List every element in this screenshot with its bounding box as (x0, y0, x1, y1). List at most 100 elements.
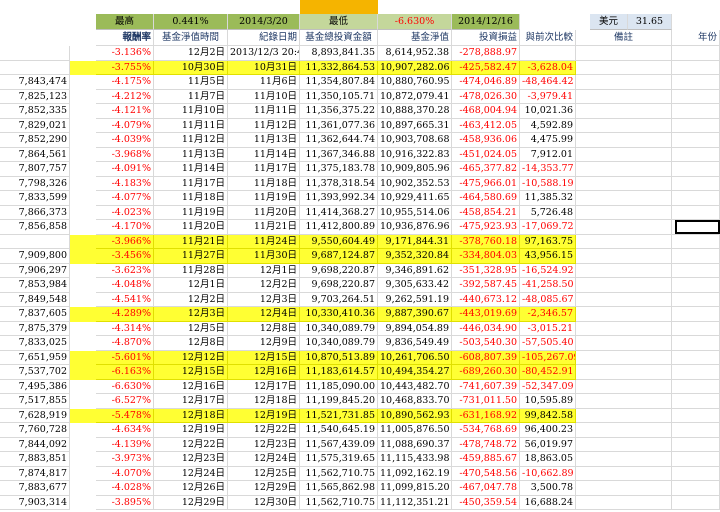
cell-nav[interactable]: 11,005,876.50 (378, 423, 452, 438)
cell-nav[interactable]: 10,955,514.06 (378, 205, 452, 220)
cell-rate[interactable]: -3.755% (96, 60, 154, 75)
cell-a[interactable] (0, 60, 70, 75)
cell-diff[interactable]: 4,475.99 (520, 133, 576, 148)
col-header-rate[interactable]: 報酬率 (96, 30, 154, 46)
cell-pl[interactable]: -458,936.06 (452, 133, 520, 148)
cell-diff[interactable]: -48,085.67 (520, 292, 576, 307)
cell-diff[interactable]: -80,452.91 (520, 365, 576, 380)
cell-a[interactable]: 7,760,728 (0, 423, 70, 438)
cell-diff[interactable]: 96,400.23 (520, 423, 576, 438)
cell-year[interactable] (672, 452, 720, 467)
cell-year[interactable] (672, 118, 720, 133)
cell-note[interactable] (576, 104, 672, 119)
cell-nav[interactable]: 10,443,482.70 (378, 379, 452, 394)
cell-note[interactable] (576, 408, 672, 423)
cell-diff[interactable]: 18,863.05 (520, 452, 576, 467)
cell-nav-time[interactable]: 12月1日 (154, 278, 228, 293)
cell-year[interactable] (672, 423, 720, 438)
cell-rate[interactable]: -4.289% (96, 307, 154, 322)
cell-pl[interactable]: -467,047.78 (452, 481, 520, 496)
cell-a[interactable]: 7,909,800 (0, 249, 70, 264)
cell-note[interactable] (576, 350, 672, 365)
cell-nav-time[interactable]: 12月23日 (154, 452, 228, 467)
cell-invest[interactable]: 11,412,800.89 (300, 220, 378, 235)
cell-invest[interactable]: 11,565,862.98 (300, 481, 378, 496)
cell-rate[interactable]: -4.028% (96, 481, 154, 496)
cell-nav[interactable]: 10,929,411.65 (378, 191, 452, 206)
cell-invest[interactable]: 10,340,089.79 (300, 336, 378, 351)
cell-a[interactable]: 7,825,123 (0, 89, 70, 104)
cell-note[interactable] (576, 249, 672, 264)
cell-diff[interactable]: -52,347.09 (520, 379, 576, 394)
cell-diff[interactable]: 11,385.32 (520, 191, 576, 206)
cell-year[interactable] (672, 437, 720, 452)
cell-a[interactable]: 7,807,757 (0, 162, 70, 177)
cell-rec-date[interactable]: 11月11日 (228, 104, 300, 119)
cell-rec-date[interactable]: 11月14日 (228, 147, 300, 162)
cell-nav[interactable]: 10,936,876.96 (378, 220, 452, 235)
col-header-nav-time[interactable]: 基金淨值時間 (154, 30, 228, 46)
cell-pl[interactable]: -478,748.72 (452, 437, 520, 452)
cell-year[interactable] (672, 292, 720, 307)
cell-invest[interactable]: 11,567,439.09 (300, 437, 378, 452)
cell-rate[interactable]: -4.079% (96, 118, 154, 133)
cell-a[interactable]: 7,874,817 (0, 466, 70, 481)
cell-a[interactable]: 7,537,702 (0, 365, 70, 380)
cell-pl[interactable]: -459,885.67 (452, 452, 520, 467)
cell-rate[interactable]: -5.601% (96, 350, 154, 365)
cell-diff[interactable]: -57,505.40 (520, 336, 576, 351)
cell-rec-date[interactable]: 11月13日 (228, 133, 300, 148)
low-label[interactable]: 最低 (300, 14, 378, 30)
cell-note[interactable] (576, 278, 672, 293)
cell-year[interactable] (672, 46, 720, 61)
cell-nav-time[interactable]: 12月12日 (154, 350, 228, 365)
cell-diff[interactable] (520, 46, 576, 61)
cell-note[interactable] (576, 292, 672, 307)
cell-rate[interactable]: -6.630% (96, 379, 154, 394)
cell-note[interactable] (576, 205, 672, 220)
cell-a[interactable]: 7,833,599 (0, 191, 70, 206)
cell-a[interactable]: 7,866,373 (0, 205, 70, 220)
cell-note[interactable] (576, 263, 672, 278)
cell-year[interactable] (672, 336, 720, 351)
cell-a[interactable]: 7,903,314 (0, 495, 70, 510)
cell-year[interactable] (672, 75, 720, 90)
cell-rec-date[interactable]: 12月18日 (228, 394, 300, 409)
cell-rate[interactable]: -4.314% (96, 321, 154, 336)
cell-a[interactable]: 7,853,984 (0, 278, 70, 293)
cell-invest[interactable]: 10,870,513.89 (300, 350, 378, 365)
cell-a[interactable]: 7,517,855 (0, 394, 70, 409)
cell-rate[interactable]: -3.136% (96, 46, 154, 61)
cell-year[interactable] (672, 191, 720, 206)
cell-nav-time[interactable]: 12月24日 (154, 466, 228, 481)
cell-rec-date[interactable]: 12月17日 (228, 379, 300, 394)
cell-note[interactable] (576, 118, 672, 133)
cell-rec-date[interactable]: 12月30日 (228, 495, 300, 510)
cell-nav-time[interactable]: 11月7日 (154, 89, 228, 104)
cell-invest[interactable]: 11,350,105.71 (300, 89, 378, 104)
cell-nav[interactable]: 10,903,708.68 (378, 133, 452, 148)
cell-pl[interactable]: -470,548.56 (452, 466, 520, 481)
cell-nav-time[interactable]: 11月5日 (154, 75, 228, 90)
cell-rate[interactable]: -4.121% (96, 104, 154, 119)
cell-nav[interactable]: 10,261,706.50 (378, 350, 452, 365)
cell-rate[interactable]: -3.456% (96, 249, 154, 264)
cell-a[interactable]: 7,833,025 (0, 336, 70, 351)
cell-invest[interactable]: 9,698,220.87 (300, 278, 378, 293)
cell-invest[interactable]: 11,393,992.34 (300, 191, 378, 206)
cell-nav[interactable]: 10,890,562.93 (378, 408, 452, 423)
cell-invest[interactable]: 11,185,090.00 (300, 379, 378, 394)
cell-nav[interactable]: 9,346,891.62 (378, 263, 452, 278)
cell-rate[interactable]: -6.527% (96, 394, 154, 409)
cell-a[interactable]: 7,849,548 (0, 292, 70, 307)
cell-a[interactable] (0, 46, 70, 61)
cell-rate[interactable]: -3.968% (96, 147, 154, 162)
cell-diff[interactable]: 10,021.36 (520, 104, 576, 119)
cell-pl[interactable]: -450,359.54 (452, 495, 520, 510)
cell-nav-time[interactable]: 11月27日 (154, 249, 228, 264)
cell-nav-time[interactable]: 12月5日 (154, 321, 228, 336)
cell-rec-date[interactable]: 12月29日 (228, 481, 300, 496)
cell-nav-time[interactable]: 11月21日 (154, 234, 228, 249)
cell-year[interactable] (672, 147, 720, 162)
low-date[interactable]: 2014/12/16 (452, 14, 520, 30)
